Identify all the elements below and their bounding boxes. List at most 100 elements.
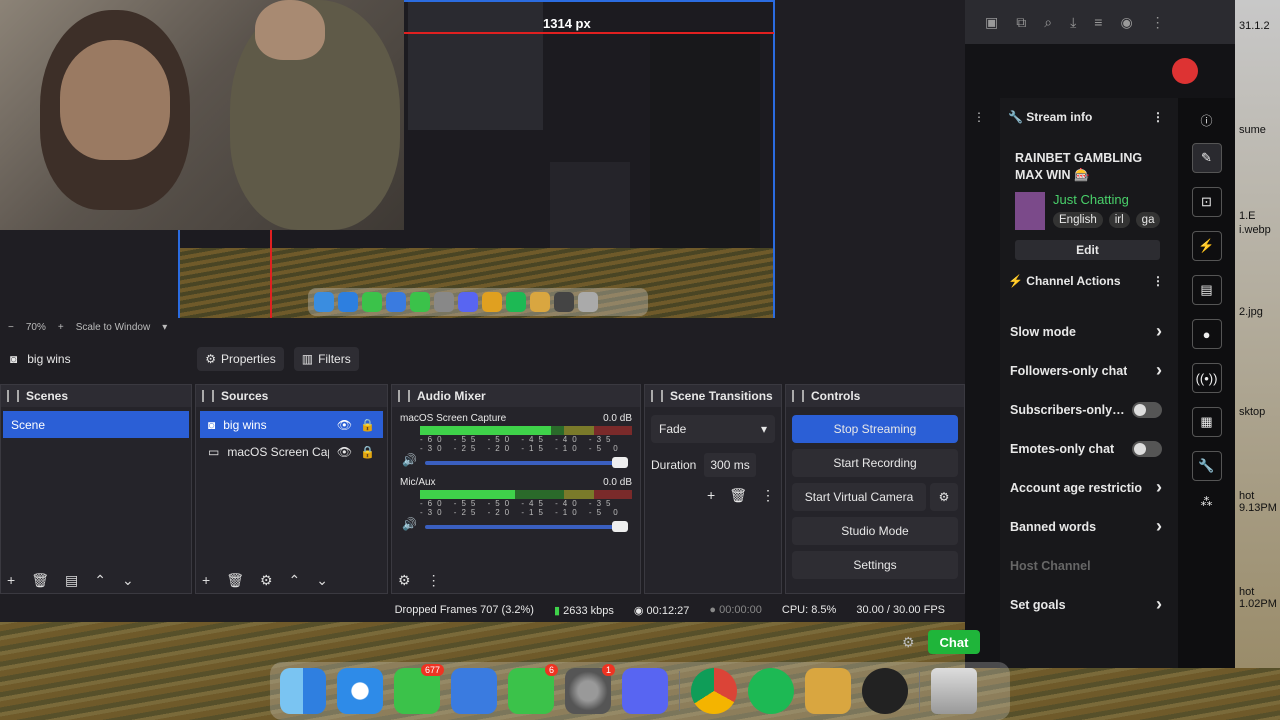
filters-button[interactable]: ▥ Filters (293, 347, 359, 371)
arrow-down-icon[interactable]: ⌄ (122, 572, 134, 589)
more-icon[interactable]: ⋮ (761, 487, 775, 504)
trash-icon[interactable] (931, 668, 977, 714)
channel-action-item[interactable]: Subscribers-only… (1000, 390, 1178, 429)
puzzle-icon[interactable]: ⧉ (1016, 14, 1026, 31)
channel-db: 0.0 dB (603, 413, 632, 424)
info-icon[interactable]: ⓘ (1200, 112, 1212, 129)
chrome-icon[interactable] (691, 668, 737, 714)
panel-icon[interactable]: ▦ (1191, 407, 1222, 437)
duration-input[interactable]: 300 ms (704, 453, 756, 477)
extension-icon[interactable]: ▣ (985, 14, 998, 31)
broadcast-icon[interactable]: ((•)) (1191, 363, 1222, 393)
more-icon[interactable]: ⋮ (1152, 274, 1164, 288)
lock-icon[interactable]: 🔒 (360, 418, 375, 432)
document-icon[interactable]: ▤ (1191, 275, 1222, 305)
channel-action-item[interactable]: Banned words › (1000, 507, 1178, 546)
add-icon[interactable]: + (7, 572, 15, 589)
studio-mode-button[interactable]: Studio Mode (792, 517, 958, 545)
more-icon[interactable]: ⋮ (973, 110, 985, 124)
channel-action-item[interactable]: Emotes-only chat (1000, 429, 1178, 468)
tag[interactable]: irl (1108, 212, 1130, 228)
trash-icon[interactable]: 🗑 (226, 572, 244, 589)
category-thumbnail[interactable] (1015, 192, 1045, 230)
add-icon[interactable]: + (707, 487, 715, 504)
source-item[interactable]: ▭ macOS Screen Capture 👁 🔒 (200, 438, 383, 465)
avatar[interactable] (1172, 58, 1198, 84)
gear-icon[interactable]: ⚙ (398, 572, 411, 589)
controls-dock: Controls Stop Streaming Start Recording … (785, 384, 965, 594)
stream-manager-panel: 🔧 Stream info ⋮ RAINBET GAMBLING MAX WIN … (1000, 98, 1178, 668)
edit-button[interactable]: Edit (1015, 240, 1160, 260)
volume-slider[interactable] (424, 457, 628, 468)
facetime-icon[interactable]: 6 (508, 664, 558, 714)
messages-icon[interactable]: 677 (394, 664, 444, 714)
arrow-up-icon[interactable]: ⌃ (289, 572, 301, 589)
search-icon[interactable]: ⌕ (1044, 14, 1052, 31)
scene-item[interactable]: Scene (3, 411, 189, 438)
channel-action-item[interactable]: Account age restrictio › (1000, 468, 1178, 507)
chat-bubble-icon[interactable]: ● (1191, 319, 1222, 349)
chat-button[interactable]: Chat (928, 630, 980, 654)
zoom-in-button[interactable]: + (58, 322, 64, 333)
lightning-icon[interactable]: ⚡ (1191, 231, 1222, 261)
eye-icon[interactable]: 👁 (337, 445, 352, 459)
eye-icon[interactable]: 👁 (337, 418, 352, 432)
profile-icon[interactable]: ◉ (1120, 14, 1132, 31)
level-meter (420, 426, 632, 435)
trash-icon[interactable]: 🗑 (729, 487, 747, 504)
share-icon[interactable]: ⁂ (1201, 495, 1213, 509)
gear-icon[interactable]: ⚙ (902, 634, 915, 651)
menu-icon[interactable]: ⋮ (1151, 14, 1165, 31)
mail-icon[interactable] (451, 668, 497, 714)
volume-slider[interactable] (424, 521, 628, 532)
source-item[interactable]: ◙ big wins 👁 🔒 (200, 411, 383, 438)
stop-streaming-button[interactable]: Stop Streaming (792, 415, 958, 443)
arrow-down-icon[interactable]: ⌄ (316, 572, 328, 589)
download-icon[interactable]: ⤓ (1070, 14, 1076, 31)
obs-icon[interactable] (862, 668, 908, 714)
safari-icon[interactable] (337, 668, 383, 714)
properties-button[interactable]: ⚙ Properties (197, 347, 284, 371)
trash-icon[interactable]: 🗑 (31, 572, 49, 589)
channel-action-item[interactable]: Followers-only chat › (1000, 351, 1178, 390)
zoom-out-button[interactable]: − (8, 322, 14, 333)
channel-action-item[interactable]: Slow mode › (1000, 312, 1178, 351)
channel-action-label: Slow mode (1010, 324, 1076, 339)
more-icon[interactable]: ⋮ (1152, 110, 1164, 124)
channel-action-item[interactable]: Set goals › (1000, 585, 1178, 624)
tag[interactable]: ga (1135, 212, 1161, 228)
start-virtual-camera-button[interactable]: Start Virtual Camera (792, 483, 926, 511)
gear-icon[interactable]: ⚙ (930, 483, 958, 511)
lock-icon[interactable]: 🔒 (360, 445, 375, 459)
speaker-icon[interactable]: 🔊 (402, 453, 417, 467)
channel-name: macOS Screen Capture (400, 413, 507, 424)
add-icon[interactable]: + (202, 572, 210, 589)
playlist-icon[interactable]: ≡ (1094, 14, 1102, 30)
settings-button[interactable]: Settings (792, 551, 958, 579)
filter-icon[interactable]: ▤ (65, 572, 78, 589)
more-icon[interactable]: ⋮ (427, 572, 441, 589)
chevron-down-icon[interactable]: ▾ (162, 322, 167, 333)
game-app-icon[interactable] (805, 668, 851, 714)
discord-icon[interactable] (622, 668, 668, 714)
gear-icon[interactable]: ⚙ (260, 572, 273, 589)
chevron-right-icon: › (1156, 477, 1162, 497)
category-name[interactable]: Just Chatting (1053, 192, 1160, 207)
spotify-icon[interactable] (748, 668, 794, 714)
scale-mode-select[interactable]: Scale to Window (76, 322, 150, 333)
system-settings-icon[interactable]: 1 (565, 664, 615, 714)
toggle-switch[interactable] (1132, 401, 1162, 418)
clip-icon[interactable]: ⊡ (1191, 187, 1222, 217)
toggle-switch[interactable] (1132, 440, 1162, 457)
finder-icon[interactable] (280, 668, 326, 714)
settings-badge: 1 (601, 664, 615, 676)
wrench-icon[interactable]: 🔧 (1191, 451, 1222, 481)
speaker-icon[interactable]: 🔊 (402, 517, 417, 531)
pencil-icon[interactable]: ✎ (1191, 143, 1222, 173)
transition-select[interactable]: Fade ▾ (651, 415, 775, 443)
start-recording-button[interactable]: Start Recording (792, 449, 958, 477)
arrow-up-icon[interactable]: ⌃ (94, 572, 106, 589)
dock-title: Audio Mixer (392, 385, 640, 407)
duration-row: Duration 300 ms (645, 443, 781, 477)
tag[interactable]: English (1053, 212, 1103, 228)
